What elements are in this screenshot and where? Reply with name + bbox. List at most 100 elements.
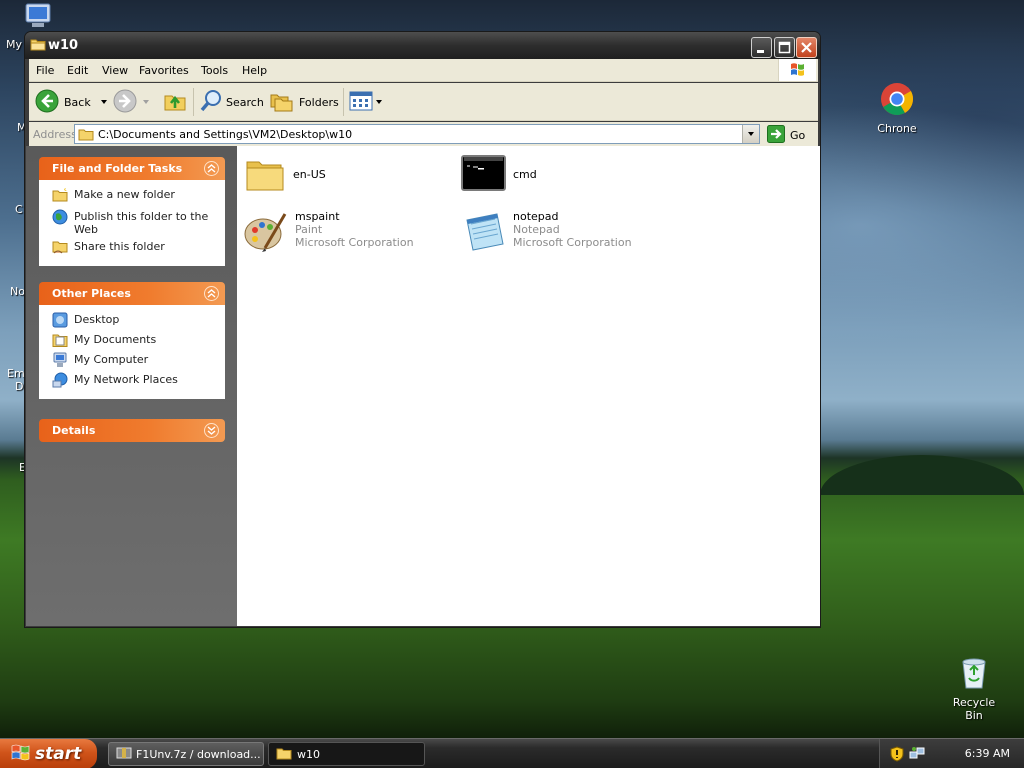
task-publish-folder[interactable]: Publish this folder to the Web <box>39 209 225 236</box>
new-folder-icon <box>52 187 68 205</box>
address-bar: Address C:\Documents and Settings\VM2\De… <box>29 122 818 146</box>
address-value: C:\Documents and Settings\VM2\Desktop\w1… <box>98 128 353 141</box>
details-panel: Details <box>39 419 225 442</box>
expand-chevron-icon[interactable] <box>204 423 219 438</box>
menu-edit[interactable]: Edit <box>67 64 88 77</box>
task-make-new-folder[interactable]: Make a new folder <box>39 187 225 208</box>
address-input[interactable]: C:\Documents and Settings\VM2\Desktop\w1… <box>74 124 760 144</box>
chevron-down-icon[interactable] <box>143 100 149 104</box>
my-computer-icon <box>52 352 68 371</box>
taskbar-task-download[interactable]: F1Unv.7z / download... <box>108 742 264 766</box>
folders-icon <box>270 90 294 115</box>
other-places-panel: Other Places Desktop My Documents My Com… <box>39 282 225 399</box>
task-share-folder[interactable]: Share this folder <box>39 240 225 260</box>
cmd-icon <box>461 154 509 194</box>
chrome-label: Chrone <box>877 122 917 135</box>
explorer-window: w10 File Edit View Favorites Tools Help <box>24 31 821 628</box>
windows-logo-icon <box>11 744 31 765</box>
task-label: Share this folder <box>74 240 165 253</box>
maximize-button[interactable] <box>774 37 795 58</box>
minimize-button[interactable] <box>751 37 772 58</box>
forward-arrow-icon <box>113 89 137 116</box>
up-folder-icon <box>163 89 187 116</box>
task-label: F1Unv.7z / download... <box>136 747 261 761</box>
collapse-chevron-icon[interactable] <box>204 286 219 301</box>
toolbar-separator <box>343 88 344 116</box>
panel-title: Details <box>52 424 96 437</box>
file-item-cmd[interactable]: cmd <box>461 154 537 194</box>
file-company: Microsoft Corporation <box>513 236 632 249</box>
chrome-desktop-icon[interactable]: Chrone <box>872 82 922 135</box>
chevron-down-icon <box>748 132 754 136</box>
security-shield-icon[interactable] <box>890 746 904 765</box>
place-label: Desktop <box>74 313 120 326</box>
forward-button[interactable] <box>113 89 149 115</box>
folders-button[interactable]: Folders <box>270 89 339 115</box>
chrome-icon <box>872 82 922 119</box>
task-pane: File and Folder Tasks Make a new folder <box>26 146 237 626</box>
desktop-label-partial: C <box>15 203 23 216</box>
file-item-notepad[interactable]: notepad Notepad Microsoft Corporation <box>461 210 632 251</box>
title-bar[interactable]: w10 <box>25 32 820 59</box>
panel-body: Make a new folder Publish this folder to… <box>39 180 225 266</box>
file-list: en-US cmd mspaint Paint Microsoft Corpor… <box>237 146 820 626</box>
chevron-down-icon[interactable] <box>376 100 382 104</box>
panel-header[interactable]: File and Folder Tasks <box>39 157 225 180</box>
system-tray: 6:39 AM <box>879 739 1024 768</box>
back-arrow-icon <box>35 89 59 116</box>
go-arrow-icon <box>767 125 785 146</box>
recycle-bin-label: Recycle Bin <box>952 696 996 722</box>
place-desktop[interactable]: Desktop <box>39 312 225 333</box>
file-folder-tasks-panel: File and Folder Tasks Make a new folder <box>39 157 225 266</box>
task-label: Make a new folder <box>74 188 175 201</box>
folder-icon <box>276 746 292 763</box>
menu-file[interactable]: File <box>36 64 54 77</box>
network-tray-icon[interactable] <box>909 746 925 765</box>
file-company: Microsoft Corporation <box>295 236 414 249</box>
panel-title: Other Places <box>52 287 131 300</box>
recycle-bin-desktop-icon[interactable]: Recycle Bin <box>944 656 1004 722</box>
start-label: start <box>35 744 82 764</box>
place-my-computer[interactable]: My Computer <box>39 352 225 373</box>
go-label: Go <box>790 129 806 142</box>
search-button[interactable]: Search <box>199 89 264 115</box>
recycle-bin-icon <box>944 656 1004 693</box>
task-label: w10 <box>297 747 320 761</box>
file-name: mspaint <box>295 210 340 223</box>
file-item-en-us[interactable]: en-US <box>245 154 326 194</box>
menu-help[interactable]: Help <box>242 64 267 77</box>
go-button[interactable]: Go <box>767 125 805 146</box>
panel-header[interactable]: Details <box>39 419 225 442</box>
menu-favorites[interactable]: Favorites <box>139 64 189 77</box>
clock[interactable]: 6:39 AM <box>965 747 1010 760</box>
file-text: mspaint Paint Microsoft Corporation <box>295 210 414 250</box>
file-text: notepad Notepad Microsoft Corporation <box>513 210 632 250</box>
views-icon <box>349 91 373 114</box>
notepad-icon <box>461 210 509 251</box>
start-button[interactable]: start <box>0 739 97 768</box>
menu-tools[interactable]: Tools <box>201 64 228 77</box>
file-text: en-US <box>293 154 326 194</box>
panel-header[interactable]: Other Places <box>39 282 225 305</box>
back-button[interactable]: Back <box>35 89 107 115</box>
place-my-documents[interactable]: My Documents <box>39 333 225 353</box>
taskbar-task-w10[interactable]: w10 <box>268 742 425 766</box>
file-description: Notepad <box>513 223 560 236</box>
globe-icon <box>52 209 68 228</box>
taskbar: start F1Unv.7z / download... w10 6:39 AM <box>0 738 1024 768</box>
file-item-mspaint[interactable]: mspaint Paint Microsoft Corporation <box>243 210 414 252</box>
chevron-down-icon[interactable] <box>100 100 107 104</box>
place-label: My Computer <box>74 353 149 366</box>
search-icon <box>199 89 223 116</box>
folder-icon <box>30 37 46 54</box>
up-folder-button[interactable] <box>163 89 187 115</box>
menu-view[interactable]: View <box>102 64 128 77</box>
paint-icon <box>243 210 291 252</box>
address-dropdown-button[interactable] <box>742 125 759 143</box>
place-my-network-places[interactable]: My Network Places <box>39 372 225 393</box>
collapse-chevron-icon[interactable] <box>204 161 219 176</box>
address-label: Address <box>33 128 77 141</box>
archive-icon <box>116 746 132 763</box>
close-button[interactable] <box>796 37 817 58</box>
views-button[interactable] <box>349 89 382 115</box>
